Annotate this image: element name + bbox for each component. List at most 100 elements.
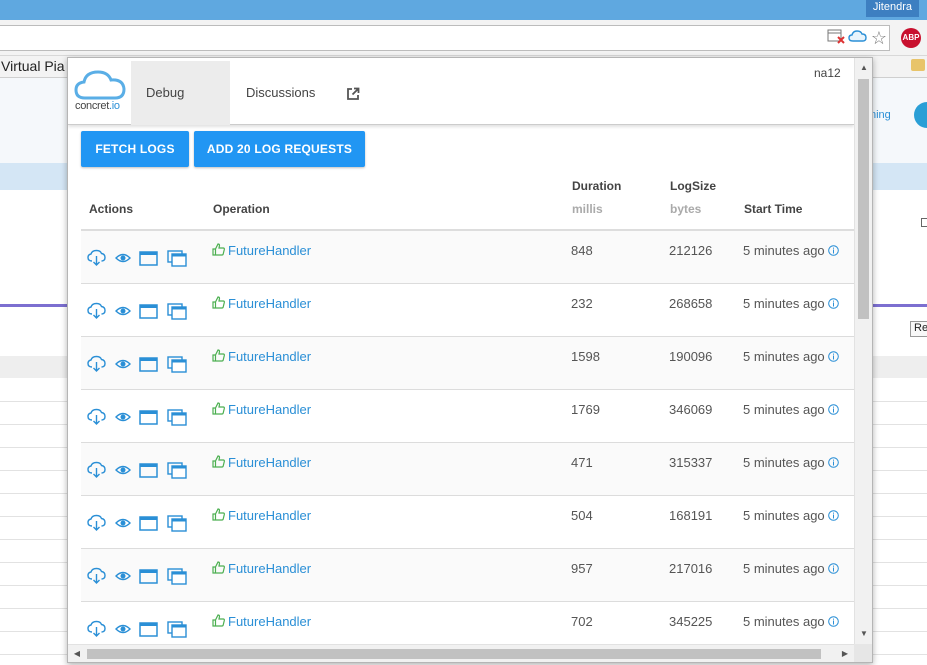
tab-discussions[interactable]: Discussions (231, 61, 330, 125)
background-link[interactable]: ning (870, 109, 891, 121)
scroll-up-arrow-icon[interactable]: ▲ (859, 60, 869, 76)
start-time-value: 5 minutes ago (743, 296, 825, 311)
start-time-cell: 5 minutes ago (743, 561, 839, 576)
operation-link[interactable]: FutureHandler (212, 508, 311, 523)
concretio-logo: concret.io (73, 68, 128, 116)
window-icon[interactable] (139, 620, 158, 638)
start-time-cell: 5 minutes ago (743, 349, 839, 364)
table-row: FutureHandler 702 345225 5 minutes ago (81, 602, 854, 644)
download-cloud-icon[interactable] (87, 249, 106, 267)
scroll-left-arrow-icon[interactable]: ◀ (70, 646, 84, 662)
eye-icon[interactable] (115, 514, 131, 532)
operation-link[interactable]: FutureHandler (212, 561, 311, 576)
window-icon[interactable] (139, 355, 158, 373)
info-icon[interactable] (827, 297, 839, 311)
info-icon[interactable] (827, 244, 839, 258)
bookmark-item[interactable]: Virtual Pia (1, 58, 65, 74)
horizontal-scrollbar[interactable]: ◀ ▶ (68, 644, 854, 662)
operation-link[interactable]: FutureHandler (212, 296, 311, 311)
table-row: FutureHandler 848 212126 5 minutes ago (81, 231, 854, 284)
adblock-plus-icon[interactable]: ABP (901, 28, 921, 48)
windows-icon[interactable] (167, 249, 187, 267)
logsize-value: 168191 (669, 508, 713, 523)
thumbs-up-icon (212, 455, 225, 470)
eye-icon[interactable] (115, 355, 131, 373)
column-header-duration[interactable]: Duration (572, 179, 621, 193)
fetch-logs-button[interactable]: FETCH LOGS (81, 131, 189, 167)
eye-icon[interactable] (115, 302, 131, 320)
table-row: FutureHandler 504 168191 5 minutes ago (81, 496, 854, 549)
window-icon[interactable] (139, 408, 158, 426)
download-cloud-icon[interactable] (87, 620, 106, 638)
windows-icon[interactable] (167, 408, 187, 426)
windows-icon[interactable] (167, 302, 187, 320)
bookmark-folder-icon[interactable] (911, 59, 925, 71)
window-icon[interactable] (139, 302, 158, 320)
thumbs-up-icon (212, 614, 225, 629)
window-icon[interactable] (139, 249, 158, 267)
background-checkbox[interactable] (921, 218, 927, 227)
window-icon[interactable] (139, 461, 158, 479)
operation-link[interactable]: FutureHandler (212, 614, 311, 629)
download-cloud-icon[interactable] (87, 514, 106, 532)
info-icon[interactable] (827, 350, 839, 364)
tab-debug-logs[interactable]: Debug Logs (131, 61, 230, 164)
eye-icon[interactable] (115, 249, 131, 267)
windows-icon[interactable] (167, 514, 187, 532)
column-header-logsize[interactable]: LogSize (670, 179, 716, 193)
blocked-popup-icon[interactable] (826, 28, 846, 48)
window-icon[interactable] (139, 567, 158, 585)
column-header-actions: Actions (89, 202, 134, 216)
browser-title-bar: Jitendra (0, 0, 927, 20)
info-icon[interactable] (827, 403, 839, 417)
background-button[interactable]: Re (910, 321, 927, 337)
add-log-requests-button[interactable]: ADD 20 LOG REQUESTS (194, 131, 365, 167)
windows-icon[interactable] (167, 567, 187, 585)
windows-icon[interactable] (167, 620, 187, 638)
download-cloud-icon[interactable] (87, 461, 106, 479)
download-cloud-icon[interactable] (87, 355, 106, 373)
download-cloud-icon[interactable] (87, 567, 106, 585)
eye-icon[interactable] (115, 461, 131, 479)
profile-user-chip[interactable]: Jitendra (865, 0, 919, 17)
thumbs-up-icon (212, 296, 225, 311)
external-link-icon[interactable] (331, 61, 371, 125)
column-header-start-time[interactable]: Start Time (744, 202, 802, 216)
operation-name: FutureHandler (228, 614, 312, 629)
vertical-scroll-thumb[interactable] (858, 79, 869, 319)
vertical-scrollbar[interactable]: ▲ ▼ (854, 58, 872, 644)
scroll-down-arrow-icon[interactable]: ▼ (859, 626, 869, 642)
info-icon[interactable] (827, 509, 839, 523)
operation-name: FutureHandler (228, 561, 312, 576)
windows-icon[interactable] (167, 355, 187, 373)
operation-link[interactable]: FutureHandler (212, 349, 311, 364)
horizontal-scroll-thumb[interactable] (87, 649, 821, 659)
info-icon[interactable] (827, 562, 839, 576)
window-icon[interactable] (139, 514, 158, 532)
download-cloud-icon[interactable] (87, 408, 106, 426)
concretio-cloud-icon[interactable] (848, 28, 868, 48)
column-header-logsize-unit: bytes (670, 202, 702, 216)
eye-icon[interactable] (115, 567, 131, 585)
duration-value: 1598 (571, 349, 600, 364)
duration-value: 848 (571, 243, 593, 258)
start-time-value: 5 minutes ago (743, 349, 825, 364)
bookmark-star-icon[interactable]: ☆ (869, 28, 889, 48)
info-icon[interactable] (827, 456, 839, 470)
windows-icon[interactable] (167, 461, 187, 479)
table-row: FutureHandler 232 268658 5 minutes ago (81, 284, 854, 337)
table-row: FutureHandler 471 315337 5 minutes ago (81, 443, 854, 496)
eye-icon[interactable] (115, 620, 131, 638)
eye-icon[interactable] (115, 408, 131, 426)
table-row: FutureHandler 1598 190096 5 minutes ago (81, 337, 854, 390)
operation-name: FutureHandler (228, 508, 312, 523)
operation-link[interactable]: FutureHandler (212, 243, 311, 258)
operation-link[interactable]: FutureHandler (212, 455, 311, 470)
start-time-value: 5 minutes ago (743, 508, 825, 523)
download-cloud-icon[interactable] (87, 302, 106, 320)
scroll-right-arrow-icon[interactable]: ▶ (838, 646, 852, 662)
operation-link[interactable]: FutureHandler (212, 402, 311, 417)
column-header-operation: Operation (213, 202, 270, 216)
address-bar[interactable] (0, 25, 890, 51)
info-icon[interactable] (827, 615, 839, 629)
